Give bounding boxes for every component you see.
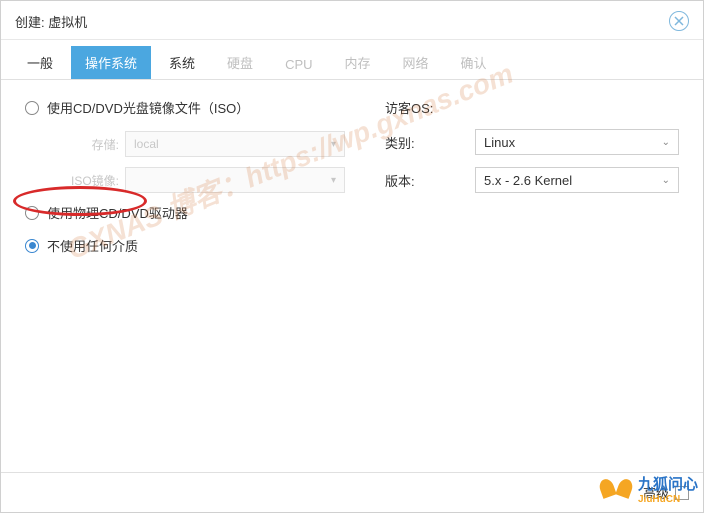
- guest-version-label: 版本:: [385, 171, 475, 190]
- dialog-title: 创建: 虚拟机: [15, 12, 87, 31]
- create-vm-dialog: 创建: 虚拟机 一般 操作系统 系统 硬盘 CPU 内存 网络 确认 GXNAS…: [0, 0, 704, 513]
- tab-general[interactable]: 一般: [13, 46, 67, 79]
- close-button[interactable]: [669, 11, 689, 31]
- guest-os-column: 访客OS: 类别: Linux ⌄ 版本: 5.x - 2.6 Kernel ⌄: [385, 98, 679, 454]
- guest-type-label: 类别:: [385, 133, 475, 152]
- iso-image-select: ▾: [125, 167, 345, 193]
- tab-cpu: CPU: [271, 50, 326, 79]
- tab-disk: 硬盘: [213, 46, 267, 79]
- storage-select: local ▾: [125, 131, 345, 157]
- chevron-down-icon: ⌄: [662, 175, 670, 186]
- guest-os-label: 访客OS:: [385, 98, 475, 117]
- advanced-checkbox[interactable]: [675, 486, 689, 500]
- tab-confirm: 确认: [447, 46, 501, 79]
- guest-type-select[interactable]: Linux ⌄: [475, 129, 679, 155]
- media-column: 使用CD/DVD光盘镜像文件（ISO） 存储: local ▾ ISO镜像: ▾…: [25, 98, 345, 454]
- dialog-footer: 高级: [1, 472, 703, 512]
- guest-version-value: 5.x - 2.6 Kernel: [484, 173, 572, 188]
- radio-use-iso[interactable]: [25, 101, 39, 115]
- radio-none-label: 不使用任何介质: [47, 236, 138, 255]
- advanced-label: 高级: [643, 483, 669, 502]
- radio-physical-row: 使用物理CD/DVD驱动器: [25, 203, 345, 222]
- tab-system[interactable]: 系统: [155, 46, 209, 79]
- radio-use-iso-label: 使用CD/DVD光盘镜像文件（ISO）: [47, 98, 249, 117]
- radio-physical[interactable]: [25, 206, 39, 220]
- storage-field: 存储: local ▾: [65, 131, 345, 157]
- guest-version-select[interactable]: 5.x - 2.6 Kernel ⌄: [475, 167, 679, 193]
- chevron-down-icon: ⌄: [662, 137, 670, 148]
- close-icon: [674, 16, 684, 26]
- iso-image-label: ISO镜像:: [65, 172, 119, 189]
- radio-none-row: 不使用任何介质: [25, 236, 345, 255]
- radio-physical-label: 使用物理CD/DVD驱动器: [47, 203, 188, 222]
- guest-type-value: Linux: [484, 135, 515, 150]
- dialog-header: 创建: 虚拟机: [1, 1, 703, 40]
- iso-image-field: ISO镜像: ▾: [65, 167, 345, 193]
- tab-memory: 内存: [331, 46, 385, 79]
- tab-os[interactable]: 操作系统: [71, 46, 151, 79]
- chevron-down-icon: ▾: [331, 175, 336, 186]
- tab-network: 网络: [389, 46, 443, 79]
- dialog-content: GXNAS 博客：https://wp.gxnas.com 使用CD/DVD光盘…: [1, 80, 703, 472]
- storage-value: local: [134, 137, 159, 151]
- radio-none[interactable]: [25, 239, 39, 253]
- wizard-tabs: 一般 操作系统 系统 硬盘 CPU 内存 网络 确认: [1, 40, 703, 80]
- radio-use-iso-row: 使用CD/DVD光盘镜像文件（ISO）: [25, 98, 345, 117]
- storage-label: 存储:: [65, 136, 119, 153]
- chevron-down-icon: ▾: [331, 139, 336, 150]
